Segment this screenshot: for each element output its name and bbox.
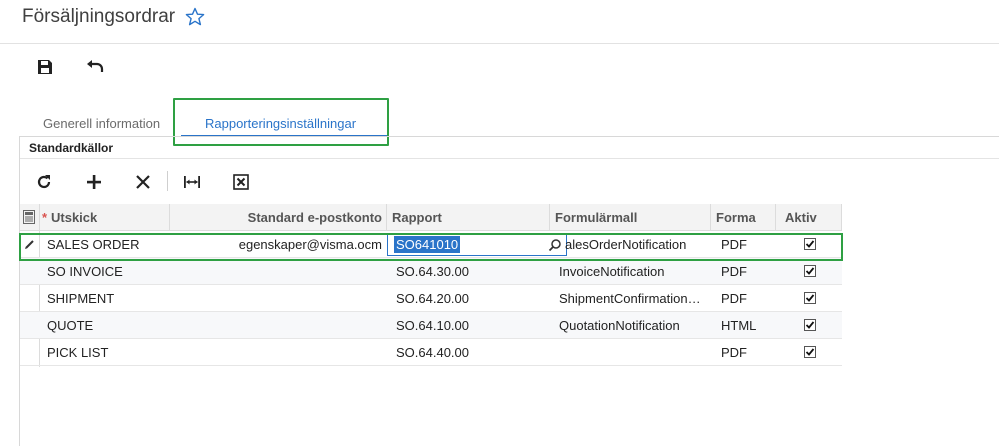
utskick-cell[interactable]: SO INVOICE <box>47 258 167 285</box>
header-separator <box>775 204 776 231</box>
tab-general-information[interactable]: Generell information <box>43 116 160 131</box>
active-checkbox[interactable] <box>804 346 816 358</box>
fit-columns-icon[interactable] <box>182 172 202 192</box>
table-row[interactable]: SO INVOICE SO.64.30.00 InvoiceNotificati… <box>20 258 842 285</box>
caption-divider <box>20 158 999 159</box>
format-cell[interactable]: HTML <box>721 312 771 339</box>
utskick-cell[interactable]: SHIPMENT <box>47 285 167 312</box>
page-title: Försäljningsordrar <box>22 6 176 27</box>
email-cell[interactable] <box>172 312 382 339</box>
active-checkbox[interactable] <box>804 319 816 331</box>
save-icon[interactable] <box>35 57 55 77</box>
format-cell[interactable]: PDF <box>721 285 771 312</box>
grid-header: * Utskick Standard e-postkonto Rapport F… <box>20 204 842 231</box>
page-title-bar: Försäljningsordrar <box>22 6 205 28</box>
report-cell[interactable]: SO.64.30.00 <box>396 258 546 285</box>
column-header-format[interactable]: Forma <box>716 204 758 231</box>
column-header-email[interactable]: Standard e-postkonto <box>172 204 382 231</box>
column-header-utskick[interactable]: Utskick <box>51 204 171 231</box>
add-row-icon[interactable] <box>84 172 104 192</box>
header-separator <box>386 204 387 231</box>
table-row[interactable]: SHIPMENT SO.64.20.00 ShipmentConfirmatio… <box>20 285 842 312</box>
header-separator <box>841 204 842 231</box>
title-divider <box>0 43 999 44</box>
report-cell[interactable]: SO.64.10.00 <box>396 312 546 339</box>
email-cell[interactable] <box>172 285 382 312</box>
header-separator <box>549 204 550 231</box>
form-template-cell[interactable]: ShipmentConfirmation… <box>559 285 707 312</box>
email-cell[interactable] <box>172 339 382 366</box>
header-separator <box>710 204 711 231</box>
report-cell[interactable]: SO.64.20.00 <box>396 285 546 312</box>
format-cell[interactable]: PDF <box>721 339 771 366</box>
email-cell[interactable] <box>172 258 382 285</box>
active-checkbox[interactable] <box>804 292 816 304</box>
format-cell[interactable]: PDF <box>721 258 771 285</box>
row-highlight-box <box>19 233 843 261</box>
section-caption: Standardkällor <box>29 141 114 155</box>
utskick-cell[interactable]: PICK LIST <box>47 339 167 366</box>
undo-icon[interactable] <box>85 57 105 77</box>
utskick-cell[interactable]: QUOTE <box>47 312 167 339</box>
refresh-icon[interactable] <box>34 172 54 192</box>
toolbar-separator <box>167 171 168 191</box>
column-header-form-template[interactable]: Formulärmall <box>555 204 705 231</box>
column-settings-icon[interactable] <box>23 210 35 224</box>
column-header-active[interactable]: Aktiv <box>785 204 835 231</box>
report-cell[interactable]: SO.64.40.00 <box>396 339 546 366</box>
header-separator <box>169 204 170 231</box>
form-template-cell[interactable]: InvoiceNotification <box>559 258 707 285</box>
export-excel-icon[interactable] <box>231 172 251 192</box>
favorite-star-icon[interactable] <box>185 7 205 27</box>
table-row[interactable]: QUOTE SO.64.10.00 QuotationNotification … <box>20 312 842 339</box>
active-checkbox[interactable] <box>804 265 816 277</box>
form-template-cell[interactable] <box>559 339 707 366</box>
delete-row-icon[interactable] <box>133 172 153 192</box>
form-template-cell[interactable]: QuotationNotification <box>559 312 707 339</box>
column-header-report[interactable]: Rapport <box>392 204 542 231</box>
header-separator <box>39 204 40 231</box>
table-row[interactable]: PICK LIST SO.64.40.00 PDF <box>20 339 842 366</box>
required-marker: * <box>42 210 48 225</box>
